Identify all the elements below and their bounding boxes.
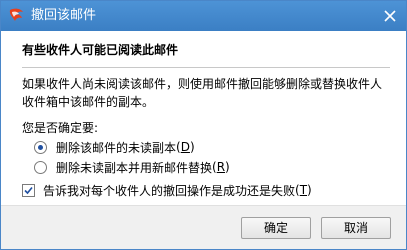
radio-delete-unread[interactable]: [34, 140, 47, 154]
notify-result-option[interactable]: 告诉我对每个收件人的撤回操作是成功还是失败 (T): [22, 182, 312, 198]
foxmail-logo-icon: [9, 8, 23, 21]
divider: [22, 67, 390, 68]
checkmark-icon: [24, 186, 33, 194]
recall-dialog: 撤回该邮件 有些收件人可能已阅读此邮件 如果收件人尚未阅读该邮件，则使用邮件撤回…: [0, 0, 407, 250]
notify-result-label: 告诉我对每个收件人的撤回操作是成功还是失败: [43, 183, 296, 198]
button-bar: 确定 取消: [1, 205, 406, 249]
notify-result-checkbox[interactable]: [22, 183, 35, 197]
title-bar[interactable]: 撤回该邮件: [1, 1, 406, 31]
dialog-body: 有些收件人可能已阅读此邮件 如果收件人尚未阅读该邮件，则使用邮件撤回能够删除或替…: [1, 31, 406, 205]
window-title: 撤回该邮件: [31, 8, 97, 23]
option-delete-unread[interactable]: 删除该邮件的未读副本 (D): [34, 139, 195, 155]
close-icon[interactable]: [380, 6, 400, 26]
radio-delete-and-replace[interactable]: [34, 160, 47, 174]
description-text: 如果收件人尚未阅读该邮件，则使用邮件撤回能够删除或替换收件人收件箱中该邮件的副本…: [22, 77, 383, 109]
warning-heading: 有些收件人可能已阅读此邮件: [22, 43, 179, 57]
option-delete-and-replace[interactable]: 删除未读副本并用新邮件替换 (R): [34, 159, 230, 175]
ok-button[interactable]: 确定: [241, 217, 311, 239]
hotkey-t: T: [299, 183, 308, 197]
hotkey-r: R: [216, 160, 226, 174]
option-delete-unread-label: 删除该邮件的未读副本: [56, 140, 177, 155]
hotkey-d: D: [180, 140, 190, 154]
cancel-button[interactable]: 取消: [321, 217, 391, 239]
option-delete-and-replace-label: 删除未读副本并用新邮件替换: [56, 160, 213, 175]
question-label: 您是否确定要:: [22, 121, 99, 135]
